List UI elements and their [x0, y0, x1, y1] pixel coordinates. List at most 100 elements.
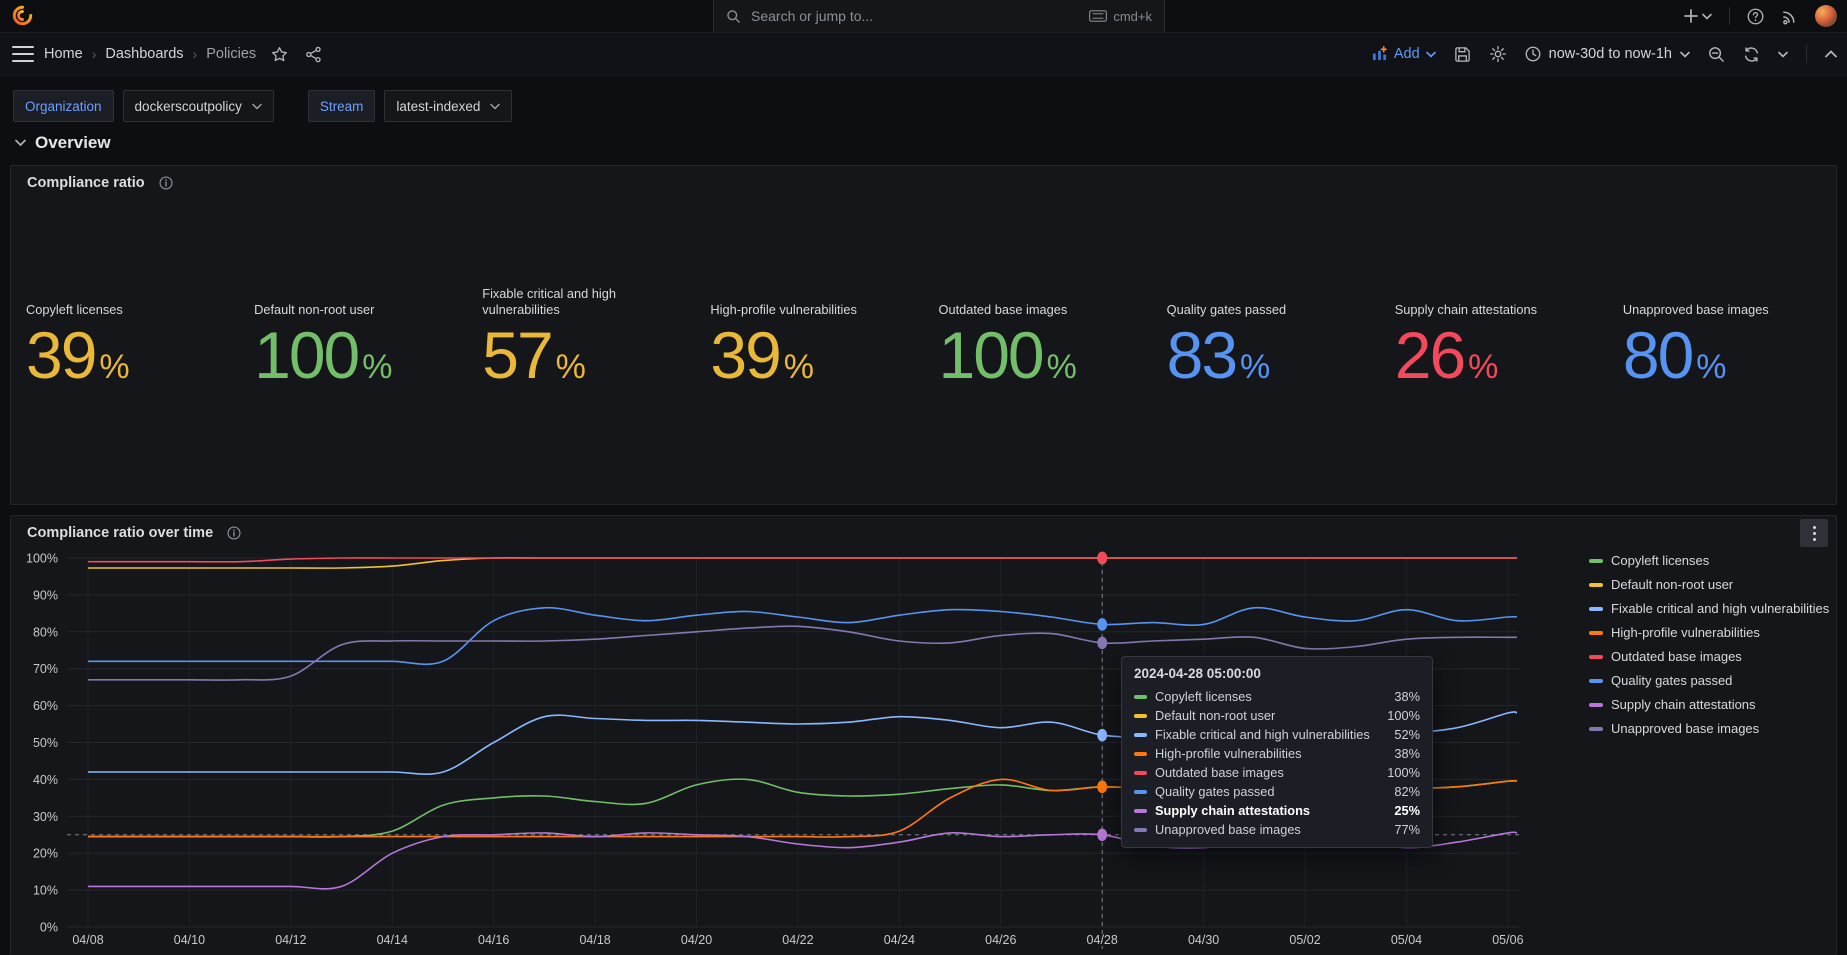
- tooltip-swatch: [1134, 695, 1147, 699]
- info-icon[interactable]: [159, 176, 173, 190]
- breadcrumb-dashboards[interactable]: Dashboards: [105, 46, 183, 62]
- hover-point: [1097, 637, 1107, 650]
- stat-label: Copyleft licenses: [26, 284, 226, 318]
- hover-point: [1097, 729, 1107, 742]
- stat-item: Quality gates passed83%: [1152, 284, 1380, 388]
- x-axis-tick-label: 04/08: [72, 933, 103, 947]
- search-input[interactable]: [749, 7, 1081, 25]
- y-axis-tick-label: 30%: [33, 810, 58, 824]
- clock-icon: [1525, 46, 1541, 62]
- stream-select[interactable]: latest-indexed: [384, 90, 512, 122]
- global-search[interactable]: cmd+k: [713, 0, 1165, 32]
- x-axis-tick-label: 04/30: [1188, 933, 1219, 947]
- breadcrumb-separator: ›: [193, 46, 198, 62]
- top-navigation-bar: cmd+k: [0, 0, 1847, 33]
- grafana-logo[interactable]: [12, 5, 33, 26]
- user-avatar[interactable]: [1815, 5, 1837, 27]
- new-menu-button[interactable]: [1684, 9, 1712, 23]
- dashboard-toolbar: Home › Dashboards › Policies Add: [0, 33, 1847, 76]
- legend-label: Supply chain attestations: [1611, 697, 1756, 712]
- breadcrumb: Home › Dashboards › Policies: [44, 46, 322, 63]
- stat-label: High-profile vulnerabilities: [710, 284, 910, 318]
- tooltip-row: Quality gates passed82%: [1134, 782, 1420, 801]
- refresh-interval-chevron-icon[interactable]: [1778, 51, 1788, 58]
- series-line: [88, 558, 1517, 562]
- tooltip-series-value: 100%: [1387, 708, 1420, 723]
- tooltip-swatch: [1134, 771, 1147, 775]
- legend-item[interactable]: Default non-root user: [1589, 577, 1829, 592]
- legend-swatch: [1589, 583, 1603, 587]
- tooltip-series-name: Outdated base images: [1155, 765, 1379, 780]
- collapse-chevron-up-icon[interactable]: [1825, 50, 1837, 58]
- share-icon[interactable]: [305, 46, 322, 63]
- stat-value: 57%: [482, 322, 695, 388]
- tooltip-row: Outdated base images 100%: [1134, 763, 1420, 782]
- zoom-out-icon[interactable]: [1708, 46, 1725, 63]
- time-range-picker[interactable]: now-30d to now-1h: [1525, 46, 1690, 62]
- stat-value: 39%: [710, 322, 923, 388]
- search-icon: [726, 9, 741, 24]
- breadcrumb-current-page: Policies: [206, 46, 256, 62]
- refresh-icon[interactable]: [1743, 46, 1760, 63]
- organization-label[interactable]: Organization: [13, 90, 114, 122]
- mega-menu-icon[interactable]: [12, 46, 34, 62]
- tooltip-series-value: 38%: [1394, 746, 1420, 761]
- x-axis-tick-label: 04/16: [478, 933, 509, 947]
- legend-item[interactable]: Quality gates passed: [1589, 673, 1829, 688]
- keyboard-icon: [1089, 10, 1107, 22]
- tooltip-series-name: High-profile vulnerabilities: [1155, 746, 1386, 761]
- toolbar-divider: [1806, 45, 1807, 63]
- help-icon[interactable]: [1747, 8, 1764, 25]
- stat-label: Default non-root user: [254, 284, 454, 318]
- stat-item: Unapproved base images80%: [1608, 284, 1836, 388]
- stat-item: Default non-root user100%: [239, 284, 467, 388]
- tooltip-series-name: Quality gates passed: [1155, 784, 1386, 799]
- panel-header[interactable]: Compliance ratio: [11, 166, 1836, 200]
- tooltip-row: Default non-root user100%: [1134, 706, 1420, 725]
- chevron-down-icon: [15, 139, 26, 147]
- organization-value: dockerscoutpolicy: [135, 99, 242, 114]
- legend-label: Unapproved base images: [1611, 721, 1759, 736]
- settings-gear-icon[interactable]: [1489, 45, 1507, 63]
- timeseries-plot[interactable]: 0%10%20%30%40%50%60%70%80%90%100%04/0804…: [11, 516, 1836, 954]
- stat-value: 100%: [939, 322, 1152, 388]
- plus-icon: [1684, 9, 1698, 23]
- panel-title: Compliance ratio: [27, 175, 145, 191]
- row-overview[interactable]: Overview: [15, 133, 111, 153]
- star-icon[interactable]: [271, 46, 288, 63]
- legend-item[interactable]: Supply chain attestations: [1589, 697, 1829, 712]
- stat-grid: Copyleft licenses 39% Default non-root use…: [11, 284, 1836, 388]
- y-axis-tick-label: 10%: [33, 884, 58, 898]
- tooltip-row: Supply chain attestations 25%: [1134, 801, 1420, 820]
- breadcrumb-home[interactable]: Home: [44, 46, 83, 62]
- save-icon[interactable]: [1454, 46, 1471, 63]
- stream-variable: Stream latest-indexed: [308, 90, 513, 122]
- legend-item[interactable]: Unapproved base images: [1589, 721, 1829, 736]
- hover-point: [1097, 552, 1107, 565]
- x-axis-tick-label: 05/06: [1492, 933, 1523, 947]
- row-title: Overview: [35, 133, 111, 153]
- tooltip-series-value: 25%: [1394, 803, 1420, 818]
- add-panel-icon: [1371, 46, 1388, 62]
- legend-item[interactable]: Fixable critical and high vulnerabilitie…: [1589, 601, 1829, 616]
- tooltip-series-name: Copyleft licenses: [1155, 689, 1386, 704]
- tooltip-series-name: Supply chain attestations: [1155, 803, 1386, 818]
- stream-label[interactable]: Stream: [308, 90, 376, 122]
- news-icon[interactable]: [1781, 8, 1798, 25]
- legend-swatch: [1589, 559, 1603, 563]
- tooltip-series-value: 100%: [1387, 765, 1420, 780]
- legend-item[interactable]: Outdated base images: [1589, 649, 1829, 664]
- y-axis-tick-label: 40%: [33, 773, 58, 787]
- add-panel-button[interactable]: Add: [1371, 46, 1436, 62]
- y-axis-tick-label: 100%: [26, 552, 58, 566]
- legend-item[interactable]: Copyleft licenses: [1589, 553, 1829, 568]
- organization-select[interactable]: dockerscoutpolicy: [123, 90, 274, 122]
- chevron-down-icon: [1680, 51, 1690, 58]
- legend-label: Fixable critical and high vulnerabilitie…: [1611, 601, 1829, 616]
- stat-value: 80%: [1623, 322, 1836, 388]
- tooltip-row: High-profile vulnerabilities 38%: [1134, 744, 1420, 763]
- legend-item[interactable]: High-profile vulnerabilities: [1589, 625, 1829, 640]
- tooltip-row: Copyleft licenses38%: [1134, 687, 1420, 706]
- stat-item: High-profile vulnerabilities 39%: [695, 284, 923, 388]
- x-axis-tick-label: 04/20: [681, 933, 712, 947]
